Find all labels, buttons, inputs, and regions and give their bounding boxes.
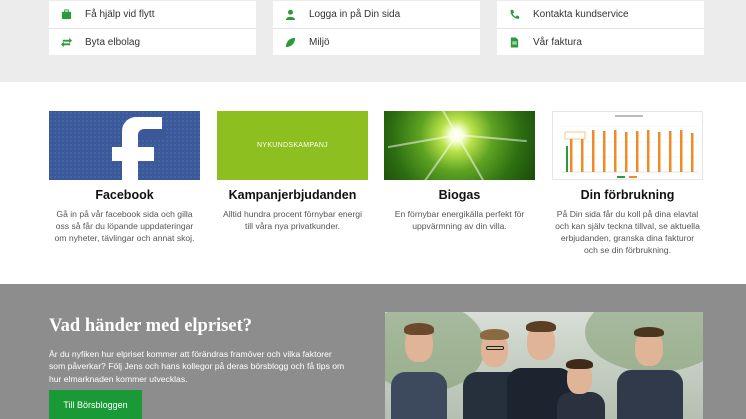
link-invoice[interactable]: Vår faktura	[497, 28, 704, 55]
campaign-image-label: NYKUNDSKAMPANJ	[257, 142, 328, 149]
quick-links-col-2: Logga in på Din sida Miljö	[273, 1, 480, 55]
facebook-f-icon	[112, 117, 164, 180]
card-title[interactable]: Kampanjerbjudanden	[217, 188, 368, 202]
team-photo	[385, 312, 703, 419]
user-icon	[284, 9, 296, 21]
card-title[interactable]: Biogas	[384, 188, 535, 202]
link-moving-help[interactable]: Få hjälp vid flytt	[49, 1, 256, 28]
card-title[interactable]: Facebook	[49, 188, 200, 202]
link-label: Kontakta kundservice	[533, 9, 629, 20]
leaf-icon	[284, 36, 296, 48]
swap-arrows-icon	[60, 36, 72, 48]
quick-links-col-3: Kontakta kundservice Vår faktura	[497, 1, 704, 55]
promo-text: Är du nyfiken hur elpriset kommer att fö…	[49, 349, 345, 384]
campaign-image[interactable]: NYKUNDSKAMPANJ	[217, 111, 368, 180]
briefcase-icon	[60, 9, 72, 21]
phone-icon	[508, 9, 520, 21]
link-label: Logga in på Din sida	[309, 9, 401, 20]
feature-cards-section: Facebook Gå in på vår facebook sida och …	[0, 82, 746, 284]
facebook-logo-image[interactable]	[49, 111, 200, 180]
quick-links-band: Få hjälp vid flytt Byta elbolag Logga in…	[0, 0, 746, 82]
card-text: En förnybar energikälla perfekt för uppv…	[394, 209, 525, 231]
card-text: På Din sida får du koll på dina elavtal …	[555, 209, 700, 255]
to-blog-button[interactable]: Till Börsbloggen	[49, 390, 142, 419]
link-label: Miljö	[309, 36, 330, 48]
leaf-sunlight-image[interactable]	[384, 111, 535, 180]
link-login[interactable]: Logga in på Din sida	[273, 1, 480, 28]
quick-links-col-1: Få hjälp vid flytt Byta elbolag	[49, 1, 256, 55]
chart-thumbnail-graphic	[561, 115, 698, 178]
document-icon	[508, 36, 520, 48]
card-text: Alltid hundra procent förnybar energi ti…	[222, 209, 362, 231]
link-label: Vår faktura	[533, 36, 582, 48]
link-contact[interactable]: Kontakta kundservice	[497, 1, 704, 28]
card-facebook[interactable]: Facebook Gå in på vår facebook sida och …	[49, 111, 200, 244]
link-label: Byta elbolag	[85, 36, 141, 48]
card-campaign[interactable]: NYKUNDSKAMPANJ Kampanjerbjudanden Alltid…	[217, 111, 368, 232]
consumption-chart-image[interactable]	[552, 111, 703, 180]
link-environment[interactable]: Miljö	[273, 28, 480, 55]
card-text: Gå in på vår facebook sida och gilla oss…	[54, 209, 195, 243]
card-biogas[interactable]: Biogas En förnybar energikälla perfekt f…	[384, 111, 535, 232]
electricity-price-promo: Vad händer med elpriset? Är du nyfiken h…	[0, 284, 746, 419]
card-consumption[interactable]: Din förbrukning På Din sida får du koll …	[552, 111, 703, 256]
card-title[interactable]: Din förbrukning	[552, 188, 703, 202]
link-label: Få hjälp vid flytt	[85, 9, 155, 20]
link-switch-supplier[interactable]: Byta elbolag	[49, 28, 256, 55]
promo-heading: Vad händer med elpriset?	[49, 316, 253, 336]
